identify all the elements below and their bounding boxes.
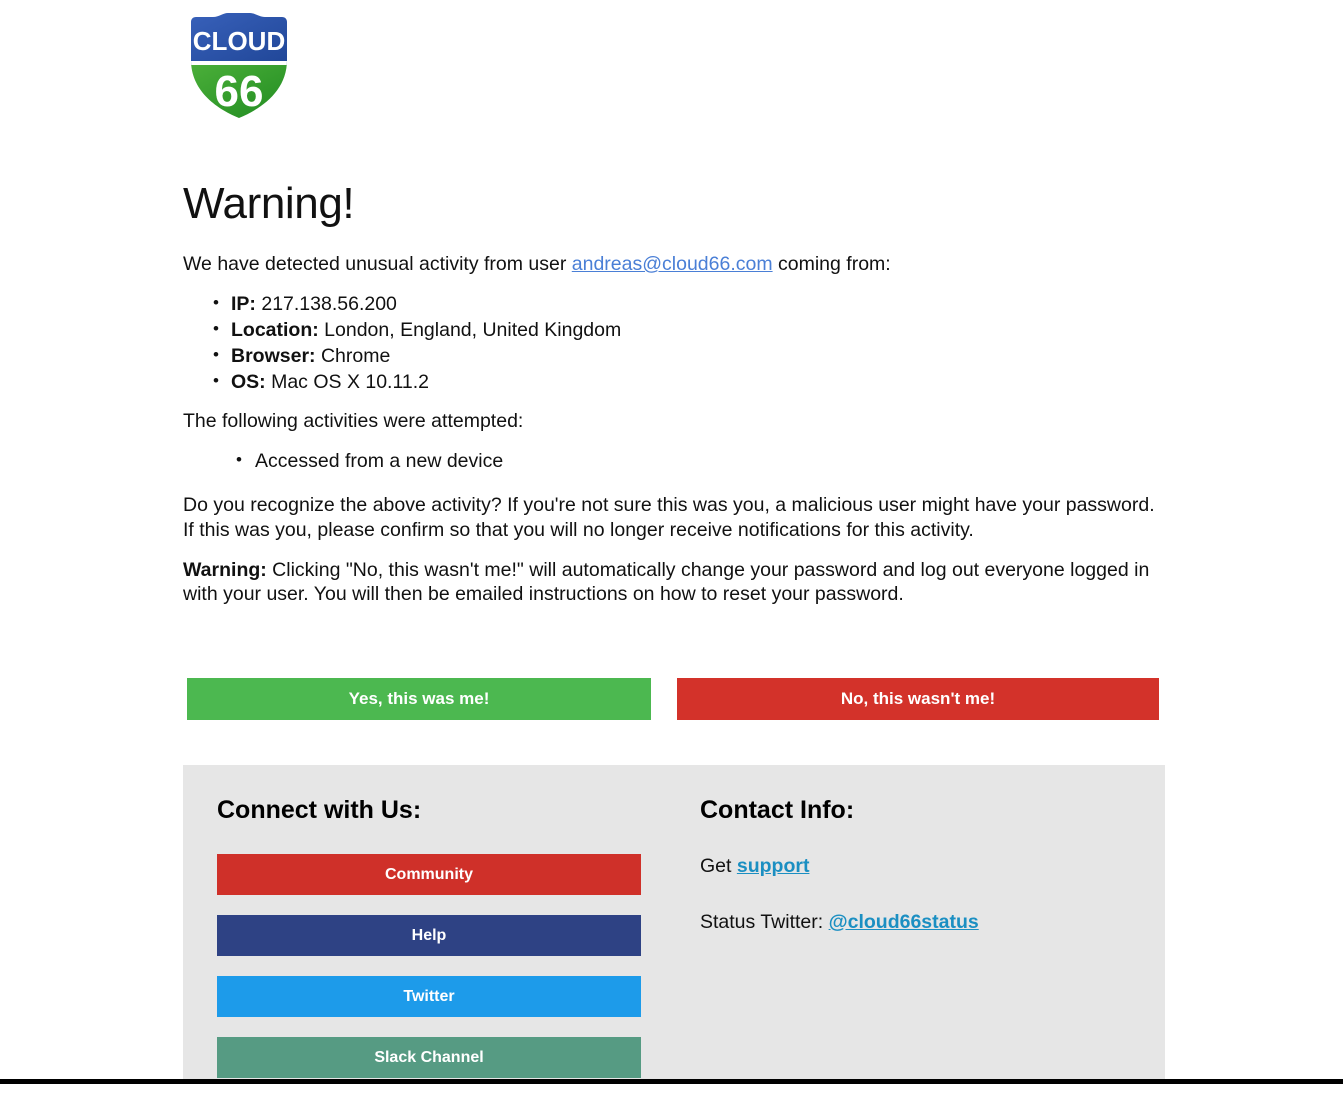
warning-paragraph: Warning: Clicking "No, this wasn't me!" … — [183, 558, 1165, 608]
activities-heading: The following activities were attempted: — [183, 409, 524, 432]
support-link[interactable]: support — [737, 855, 810, 877]
browser-label: Browser: — [231, 344, 316, 367]
help-button[interactable]: Help — [217, 915, 641, 956]
status-twitter-link[interactable]: @cloud66status — [829, 911, 979, 933]
cloud66-logo-icon: CLOUD 66 — [191, 13, 287, 118]
cloud66-logo: CLOUD 66 — [183, 8, 295, 120]
attempted-activities-list: Accessed from a new device — [183, 446, 1165, 475]
viewport-bottom-edge — [0, 1079, 1343, 1084]
ip-label: IP: — [231, 292, 256, 315]
intro-prefix: We have detected unusual activity from u… — [183, 253, 572, 275]
os-value: Mac OS X 10.11.2 — [271, 370, 429, 393]
yes-this-was-me-button[interactable]: Yes, this was me! — [187, 678, 651, 720]
intro-paragraph: We have detected unusual activity from u… — [183, 252, 1165, 277]
email-page: CLOUD 66 Warning! We have detected unusu… — [0, 0, 1343, 1084]
slack-channel-button[interactable]: Slack Channel — [217, 1037, 641, 1078]
warning-label: Warning: — [183, 558, 267, 581]
intro-suffix: coming from: — [772, 253, 891, 275]
status-twitter-prefix: Status Twitter: — [700, 911, 829, 933]
warning-text: Clicking "No, this wasn't me!" will auto… — [183, 558, 1150, 606]
action-buttons: Yes, this was me! No, this wasn't me! — [187, 678, 1159, 720]
list-item: Accessed from a new device — [183, 446, 1165, 475]
connect-with-us-column: Connect with Us: Community Help Twitter … — [217, 795, 641, 1098]
status-twitter-line: Status Twitter: @cloud66status — [700, 910, 1130, 934]
main-content: Warning! We have detected unusual activi… — [183, 178, 1165, 622]
support-line: Get support — [700, 854, 1130, 878]
page-title: Warning! — [183, 179, 355, 228]
no-this-wasnt-me-button[interactable]: No, this wasn't me! — [677, 678, 1159, 720]
os-label: OS: — [231, 370, 266, 393]
footer-panel: Connect with Us: Community Help Twitter … — [183, 765, 1165, 1084]
browser-value: Chrome — [320, 344, 391, 367]
list-item-os: OS: Mac OS X 10.11.2 — [183, 368, 1165, 395]
support-prefix: Get — [700, 855, 737, 877]
community-button[interactable]: Community — [217, 854, 641, 895]
logo-top-text: CLOUD — [193, 26, 285, 56]
logo-bottom-text: 66 — [215, 67, 264, 116]
location-label: Location: — [231, 318, 319, 341]
activity-info-list: IP: 217.138.56.200 Location: London, Eng… — [183, 290, 1165, 395]
list-item-browser: Browser: Chrome — [183, 342, 1165, 369]
location-value: London, England, United Kingdom — [324, 318, 622, 341]
user-email-link[interactable]: andreas@cloud66.com — [572, 253, 773, 275]
connect-with-us-title: Connect with Us: — [217, 796, 422, 824]
ip-value: 217.138.56.200 — [261, 292, 397, 315]
contact-info-column: Contact Info: Get support Status Twitter… — [700, 795, 1130, 966]
list-item-location: Location: London, England, United Kingdo… — [183, 316, 1165, 343]
contact-info-title: Contact Info: — [700, 796, 855, 824]
twitter-button[interactable]: Twitter — [217, 976, 641, 1017]
list-item-ip: IP: 217.138.56.200 — [183, 290, 1165, 317]
recognize-paragraph: Do you recognize the above activity? If … — [183, 494, 1155, 541]
